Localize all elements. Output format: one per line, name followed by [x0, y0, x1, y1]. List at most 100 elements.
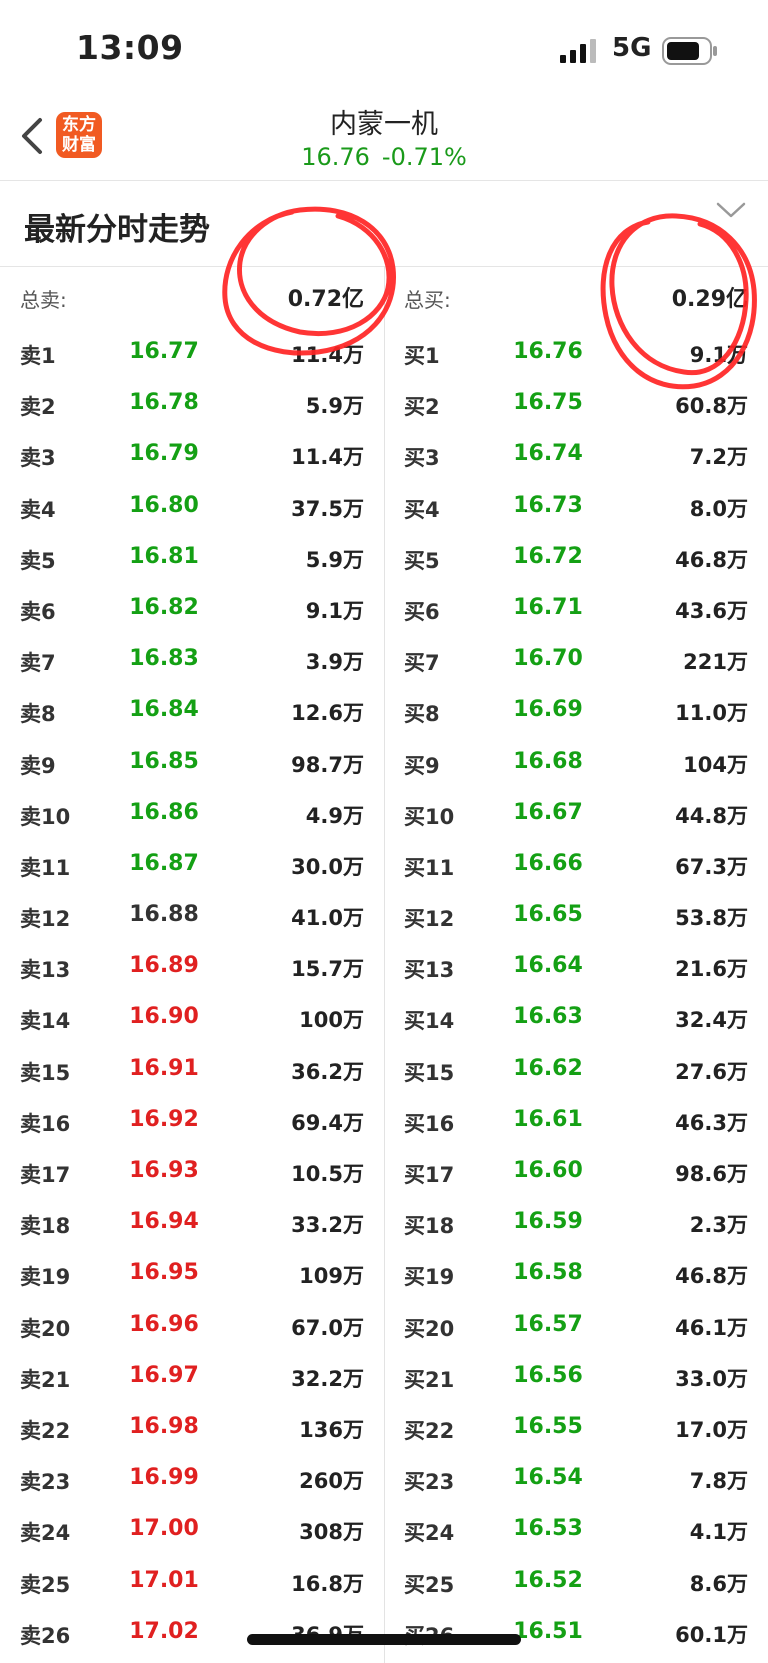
sell-orders-column: 总卖: 0.72亿 卖1 16.77 11.4万 卖2 16.78 5.9万 卖3 16.79… [0, 266, 384, 1659]
buy-level-label: 买3 [404, 446, 440, 471]
sell-level-row[interactable]: 卖13 16.89 15.7万 [0, 942, 384, 993]
sell-level-row[interactable]: 卖6 16.82 9.1万 [0, 584, 384, 635]
stock-quote: 16.76 -0.71% [0, 143, 768, 171]
sell-level-label: 卖2 [20, 395, 56, 420]
buy-level-row[interactable]: 买9 16.68 104万 [384, 738, 768, 789]
buy-level-row[interactable]: 买24 16.53 4.1万 [384, 1505, 768, 1556]
sell-level-row[interactable]: 卖24 17.00 308万 [0, 1505, 384, 1556]
buy-level-price: 16.74 [513, 441, 583, 467]
buy-level-volume: 43.6万 [675, 598, 748, 623]
buy-level-volume: 7.8万 [689, 1469, 748, 1494]
sell-level-row[interactable]: 卖15 16.91 36.2万 [0, 1045, 384, 1096]
buy-level-price: 16.64 [513, 953, 583, 979]
buy-level-volume: 8.0万 [689, 496, 748, 521]
buy-orders-column: 总买: 0.29亿 买1 16.76 9.1万 买2 16.75 60.8万买3 16.74… [384, 266, 768, 1659]
chevron-down-icon[interactable] [714, 200, 748, 220]
sell-level-volume: 30.0万 [291, 854, 364, 879]
sell-level-label: 卖1 [20, 344, 56, 368]
home-indicator[interactable] [247, 1634, 521, 1645]
buy-level-row[interactable]: 买6 16.71 43.6万 [384, 584, 768, 635]
buy-level-price: 16.72 [513, 543, 583, 569]
buy-total-row: 总买: 0.29亿 [384, 266, 768, 328]
buy-level-row[interactable]: 买8 16.69 11.0万 [384, 686, 768, 737]
sell-level-row[interactable]: 卖16 16.92 69.4万 [0, 1096, 384, 1147]
sell-level-row[interactable]: 卖21 16.97 32.2万 [0, 1352, 384, 1403]
sell-level-row[interactable]: 卖25 17.01 16.8万 [0, 1557, 384, 1608]
buy-level-label: 买23 [404, 1470, 455, 1495]
buy-level-volume: 46.8万 [675, 1264, 748, 1289]
sell-level-row[interactable]: 卖3 16.79 11.4万 [0, 430, 384, 481]
buy-level-volume: 7.2万 [689, 445, 748, 470]
sell-level-row[interactable]: 卖12 16.88 41.0万 [0, 891, 384, 942]
sell-level-price: 16.87 [129, 850, 199, 876]
sell-level-label: 卖12 [20, 907, 71, 932]
sell-level-row[interactable]: 卖14 16.90 100万 [0, 993, 384, 1044]
buy-level-row[interactable]: 买15 16.62 27.6万 [384, 1045, 768, 1096]
sell-level-row[interactable]: 卖10 16.86 4.9万 [0, 789, 384, 840]
buy-level-row[interactable]: 买16 16.61 46.3万 [384, 1096, 768, 1147]
sell-level-row[interactable]: 卖8 16.84 12.6万 [0, 686, 384, 737]
sell-level-price: 16.84 [129, 697, 199, 723]
sell-levels-list: 卖1 16.77 11.4万 卖2 16.78 5.9万 卖3 16.79 11.4万 卖4 16.… [0, 328, 384, 1659]
sell-level-volume: 11.4万 [291, 343, 364, 367]
buy-level-row[interactable]: 买21 16.56 33.0万 [384, 1352, 768, 1403]
buy-level-price: 16.67 [513, 799, 583, 825]
sell-total-label: 总卖: [20, 288, 67, 312]
sell-level-volume: 5.9万 [305, 394, 364, 419]
buy-level-row[interactable]: 买25 16.52 8.6万 [384, 1557, 768, 1608]
buy-level-row[interactable]: 买23 16.54 7.8万 [384, 1454, 768, 1505]
buy-level-row[interactable]: 买2 16.75 60.8万 [384, 379, 768, 430]
sell-level-row[interactable]: 卖11 16.87 30.0万 [0, 840, 384, 891]
buy-level-row[interactable]: 买1 16.76 9.1万 [384, 328, 768, 379]
buy-level-row[interactable]: 买18 16.59 2.3万 [384, 1198, 768, 1249]
sell-level-row[interactable]: 卖17 16.93 10.5万 [0, 1147, 384, 1198]
buy-level-price: 16.69 [513, 697, 583, 723]
buy-level-volume: 27.6万 [675, 1059, 748, 1084]
sell-level-row[interactable]: 卖1 16.77 11.4万 [0, 328, 384, 379]
buy-level-price: 16.63 [513, 1004, 583, 1030]
sell-total-row: 总卖: 0.72亿 [0, 266, 384, 328]
buy-level-row[interactable]: 买7 16.70 221万 [384, 635, 768, 686]
buy-level-volume: 8.6万 [689, 1571, 748, 1596]
buy-level-row[interactable]: 买20 16.57 46.1万 [384, 1301, 768, 1352]
buy-level-row[interactable]: 买13 16.64 21.6万 [384, 942, 768, 993]
buy-total-label: 总买: [404, 288, 451, 312]
sell-level-row[interactable]: 卖18 16.94 33.2万 [0, 1198, 384, 1249]
buy-level-row[interactable]: 买12 16.65 53.8万 [384, 891, 768, 942]
buy-level-price: 16.55 [513, 1413, 583, 1439]
sell-level-row[interactable]: 卖5 16.81 5.9万 [0, 533, 384, 584]
section-header[interactable]: 最新分时走势 [0, 180, 768, 267]
buy-level-row[interactable]: 买19 16.58 46.8万 [384, 1249, 768, 1300]
buy-level-row[interactable]: 买22 16.55 17.0万 [384, 1403, 768, 1454]
sell-level-price: 16.98 [129, 1413, 199, 1439]
sell-level-row[interactable]: 卖20 16.96 67.0万 [0, 1301, 384, 1352]
sell-level-volume: 5.9万 [305, 547, 364, 572]
sell-level-row[interactable]: 卖23 16.99 260万 [0, 1454, 384, 1505]
buy-level-row[interactable]: 买3 16.74 7.2万 [384, 430, 768, 481]
buy-level-row[interactable]: 买14 16.63 32.4万 [384, 993, 768, 1044]
buy-total-value: 0.29亿 [671, 287, 748, 312]
buy-level-row[interactable]: 买5 16.72 46.8万 [384, 533, 768, 584]
buy-levels-list: 买1 16.76 9.1万 买2 16.75 60.8万 买3 16.74 7.2万 买4 16.7… [384, 328, 768, 1659]
sell-level-row[interactable]: 卖22 16.98 136万 [0, 1403, 384, 1454]
sell-level-row[interactable]: 卖2 16.78 5.9万 [0, 379, 384, 430]
buy-level-row[interactable]: 买11 16.66 67.3万 [384, 840, 768, 891]
buy-level-price: 16.75 [513, 390, 583, 416]
battery-icon [662, 37, 717, 65]
sell-level-volume: 3.9万 [305, 650, 364, 675]
sell-level-row[interactable]: 卖4 16.80 37.5万 [0, 482, 384, 533]
sell-level-volume: 36.2万 [291, 1059, 364, 1084]
buy-level-row[interactable]: 买4 16.73 8.0万 [384, 482, 768, 533]
sell-level-row[interactable]: 卖19 16.95 109万 [0, 1249, 384, 1300]
buy-level-label: 买12 [404, 907, 455, 932]
sell-level-row[interactable]: 卖9 16.85 98.7万 [0, 738, 384, 789]
buy-level-price: 16.73 [513, 492, 583, 518]
buy-level-price: 16.68 [513, 748, 583, 774]
buy-level-row[interactable]: 买17 16.60 98.6万 [384, 1147, 768, 1198]
sell-level-row[interactable]: 卖7 16.83 3.9万 [0, 635, 384, 686]
buy-level-price: 16.65 [513, 902, 583, 928]
buy-level-volume: 4.1万 [689, 1520, 748, 1545]
buy-level-row[interactable]: 买10 16.67 44.8万 [384, 789, 768, 840]
sell-level-price: 16.91 [129, 1055, 199, 1081]
sell-level-volume: 15.7万 [291, 957, 364, 982]
